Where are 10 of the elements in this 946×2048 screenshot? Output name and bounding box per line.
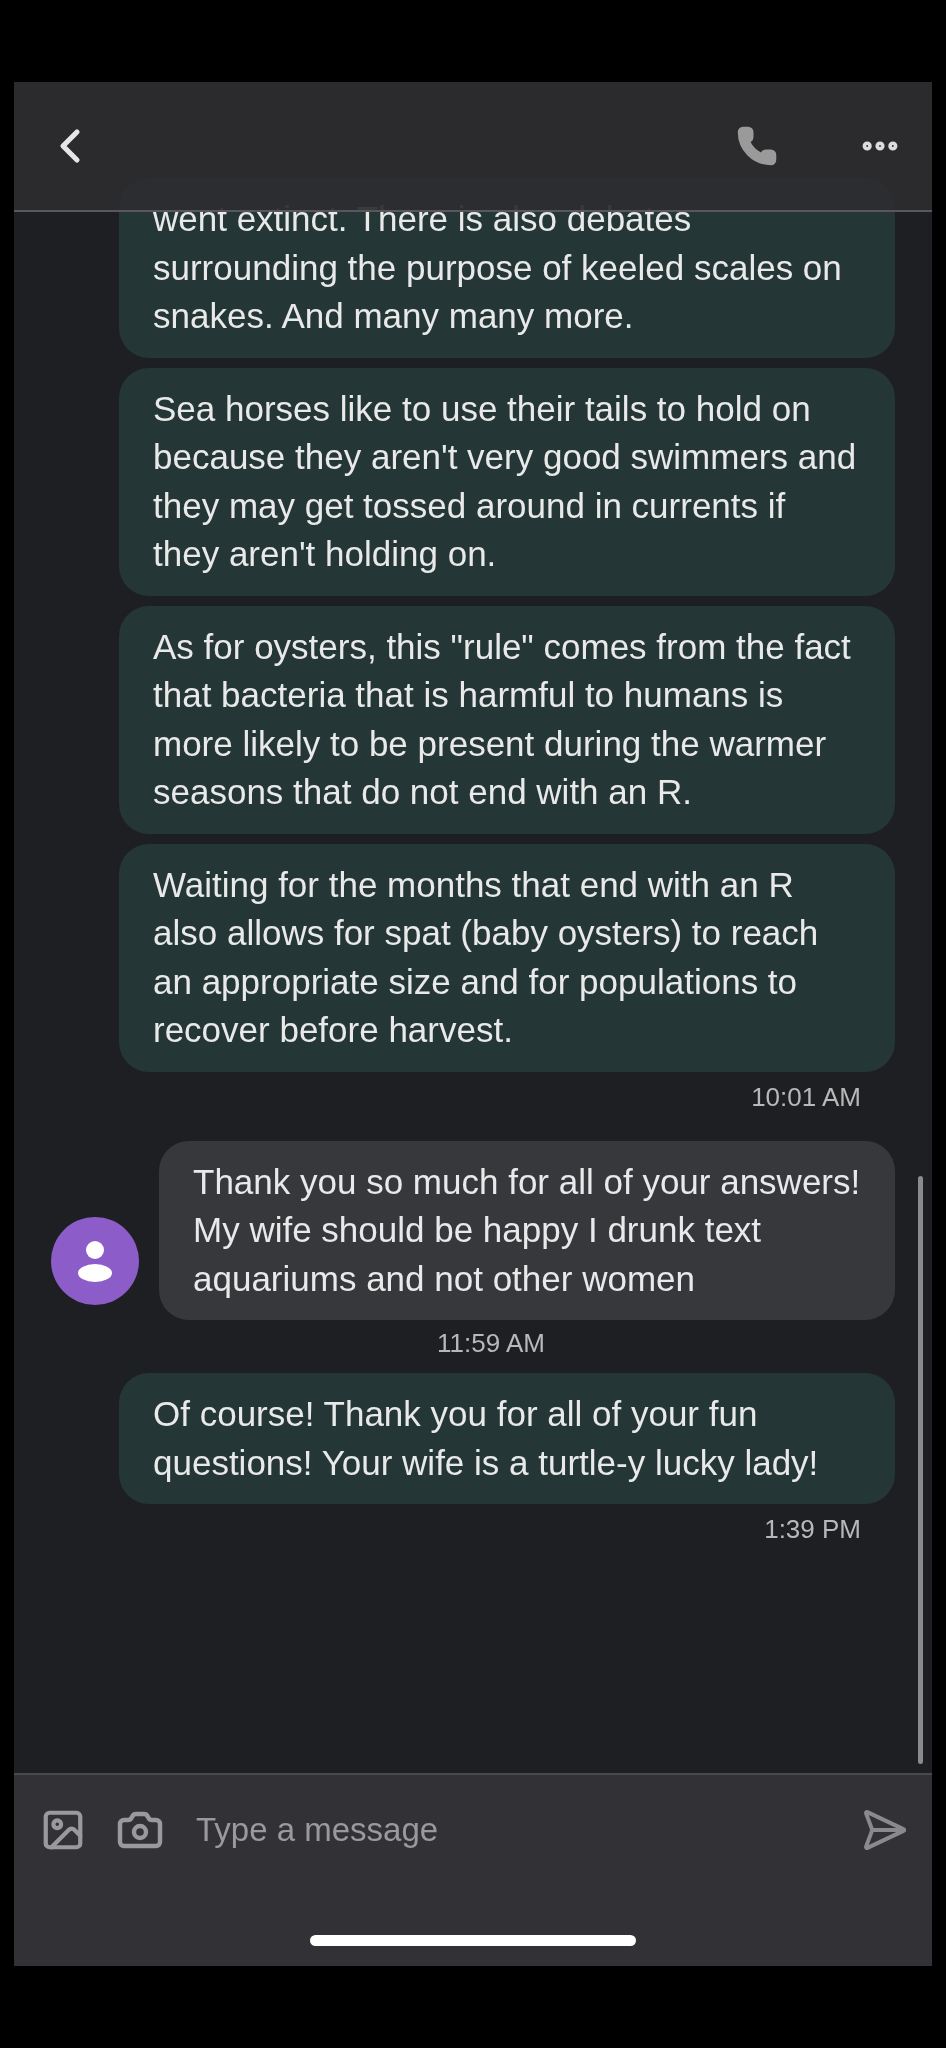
scrollbar[interactable]: [918, 1176, 923, 1764]
timestamp: 1:39 PM: [764, 1514, 862, 1545]
message-bubble: Thank you so much for all of your answers! My wife should be happy I drunk text aquariums and not other women: [159, 1140, 895, 1320]
timestamp: 11:59 AM: [436, 1328, 546, 1359]
timestamp: 10:01 AM: [751, 1081, 862, 1113]
message-bubble: Waiting for the months that end with an R also allows for spat (baby oysters) to reach an appropriate size and for populations to recover before harvest.: [119, 843, 895, 1072]
message-bubble: Sea horses like to use their tails to hold on because they aren't very good swimmers and they may get tossed around in currents if they aren't holding on.: [119, 367, 895, 596]
phone-icon[interactable]: [736, 125, 778, 167]
message-bubble: As for oysters, this "rule" comes from the fact that bacteria that is harmful to humans is more likely to be present during the warmer seasons that do not end with an R.: [119, 605, 895, 834]
message-bubble: Of course! Thank you for all of your fun questions! Your wife is a turtle-y lucky lady!: [119, 1373, 895, 1504]
